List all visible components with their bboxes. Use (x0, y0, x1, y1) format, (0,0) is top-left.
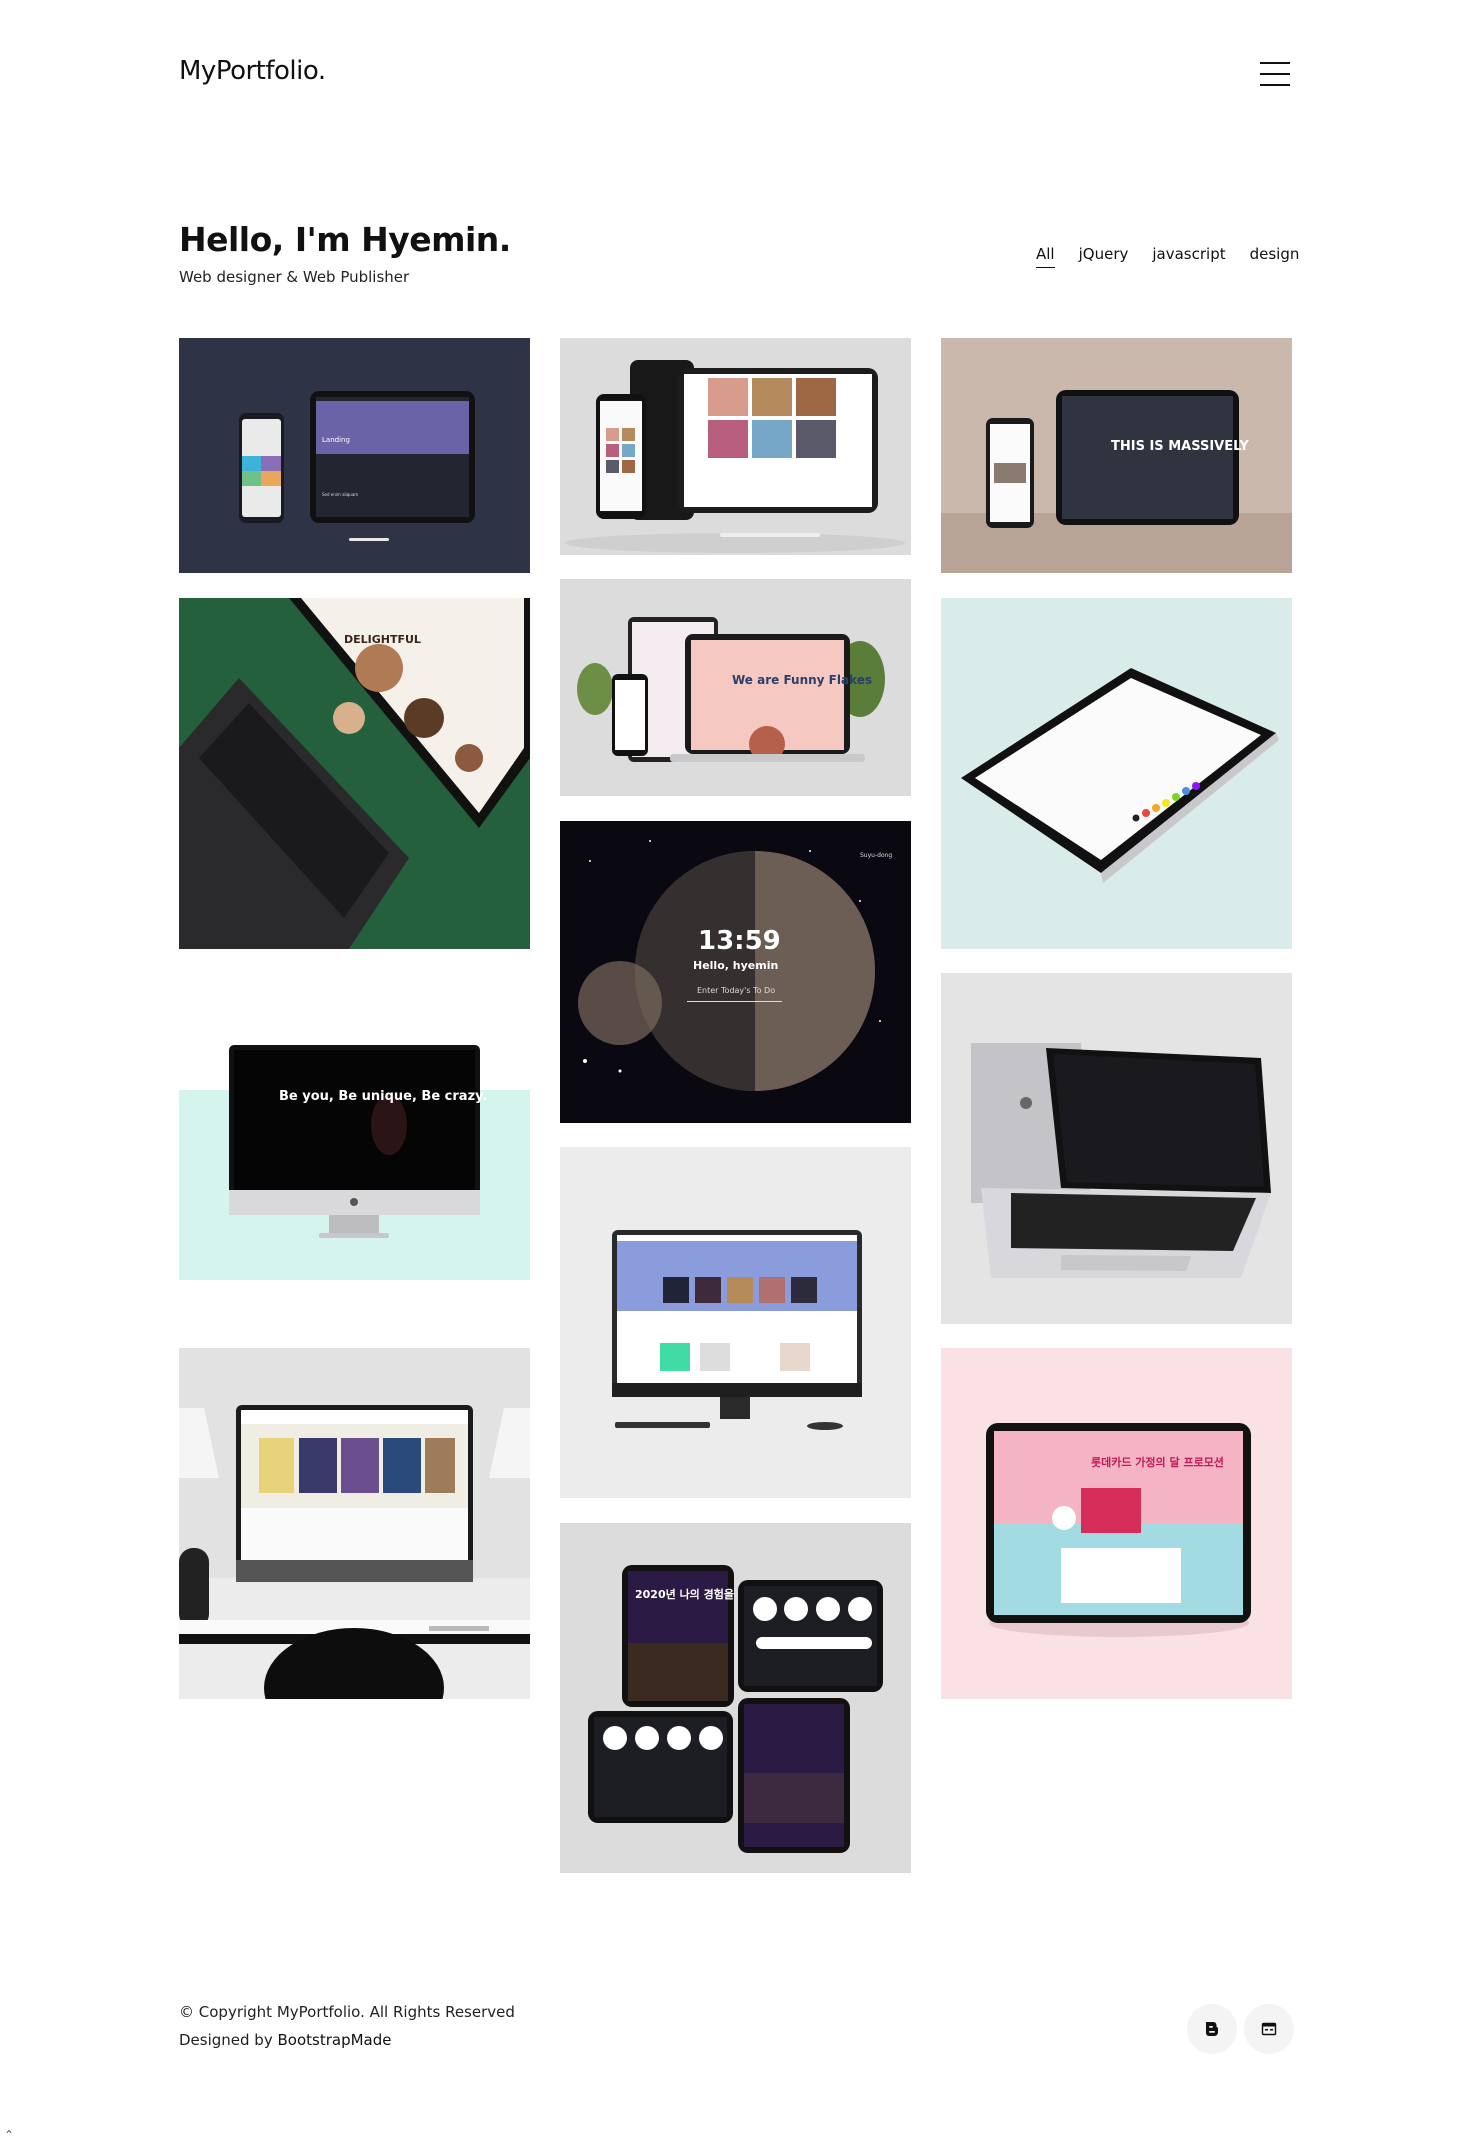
promo-title: 롯데카드 가정의 달 프로모션 (1091, 1455, 1224, 1469)
imac-black-mockup-image (560, 1147, 911, 1498)
header: MyPortfolio. (0, 0, 1468, 150)
footer-designed-by: Designed by BootstrapMade (179, 2031, 391, 2049)
landing-sub: Sed enim aliquam (322, 492, 358, 497)
project-imac-dark[interactable]: Be you, Be unique, Be crazy. (179, 1030, 530, 1280)
clock-location: Suyu-dong (860, 852, 892, 859)
project-tablet-promo[interactable]: 롯데카드 가정의 달 프로모션 (941, 1348, 1292, 1699)
flakes-mockup-image: We are Funny Flakes (560, 579, 911, 796)
clock-time: 13:59 (698, 926, 781, 956)
filter-javascript[interactable]: javascript (1152, 245, 1225, 268)
project-clock[interactable]: 13:59 Hello, hyemin Enter Today's To Do … (560, 821, 911, 1123)
massively-mockup-image: THIS IS MASSIVELY (941, 338, 1292, 573)
hamburger-icon[interactable] (1260, 60, 1290, 88)
project-macbook[interactable] (941, 973, 1292, 1324)
project-flakes[interactable]: We are Funny Flakes (560, 579, 911, 796)
tablet-blank-mockup-image (941, 598, 1292, 949)
landing-mockup-image: Landing Sed enim aliquam (179, 338, 530, 573)
starbucks-mockup-image: DELIGHTFUL (179, 598, 530, 949)
project-palette[interactable] (560, 338, 911, 555)
starbucks-label: DELIGHTFUL (344, 633, 421, 646)
project-landing[interactable]: Landing Sed enim aliquam (179, 338, 530, 573)
massively-headline: THIS IS MASSIVELY (1111, 439, 1249, 454)
imac-dark-mockup-image: Be you, Be unique, Be crazy. (179, 1030, 530, 1280)
project-event-ko[interactable]: 2020년 나의 경험을 말하다 (560, 1523, 911, 1873)
landing-label: Landing (322, 436, 350, 444)
calendar-icon[interactable] (1244, 2004, 1294, 2054)
clock-prompt: Enter Today's To Do (697, 986, 775, 995)
project-massively[interactable]: THIS IS MASSIVELY (941, 338, 1292, 573)
portfolio-filters: All jQuery javascript design (1036, 245, 1323, 268)
imac-desk-mockup-image (179, 1348, 530, 1699)
tablet-promo-mockup-image: 롯데카드 가정의 달 프로모션 (941, 1348, 1292, 1699)
clock-mockup-image: 13:59 Hello, hyemin Enter Today's To Do … (560, 821, 911, 1123)
flakes-headline: We are Funny Flakes (732, 673, 872, 687)
filter-all[interactable]: All (1036, 245, 1055, 268)
chevron-up-icon[interactable]: ⌃ (4, 2128, 14, 2142)
clock-greeting: Hello, hyemin (693, 959, 778, 972)
imac-dark-headline: Be you, Be unique, Be crazy. (279, 1089, 487, 1104)
project-starbucks[interactable]: DELIGHTFUL (179, 598, 530, 949)
designed-prefix: Designed by (179, 2031, 278, 2049)
bootstrapmade-link[interactable]: BootstrapMade (277, 2031, 391, 2049)
palette-mockup-image (560, 338, 911, 555)
footer-copyright: © Copyright MyPortfolio. All Rights Rese… (179, 2003, 515, 2021)
macbook-mockup-image (941, 973, 1292, 1324)
filter-jquery[interactable]: jQuery (1079, 245, 1129, 268)
project-tablet-blank[interactable] (941, 598, 1292, 949)
page-title: Hello, I'm Hyemin. (179, 220, 511, 259)
event-ko-mockup-image: 2020년 나의 경험을 말하다 (560, 1523, 911, 1873)
project-imac-black[interactable] (560, 1147, 911, 1498)
page-subtitle: Web designer & Web Publisher (179, 268, 410, 286)
logo[interactable]: MyPortfolio. (179, 56, 326, 86)
blogger-icon[interactable] (1187, 2004, 1237, 2054)
project-imac-desk[interactable] (179, 1348, 530, 1699)
filter-design[interactable]: design (1250, 245, 1300, 268)
